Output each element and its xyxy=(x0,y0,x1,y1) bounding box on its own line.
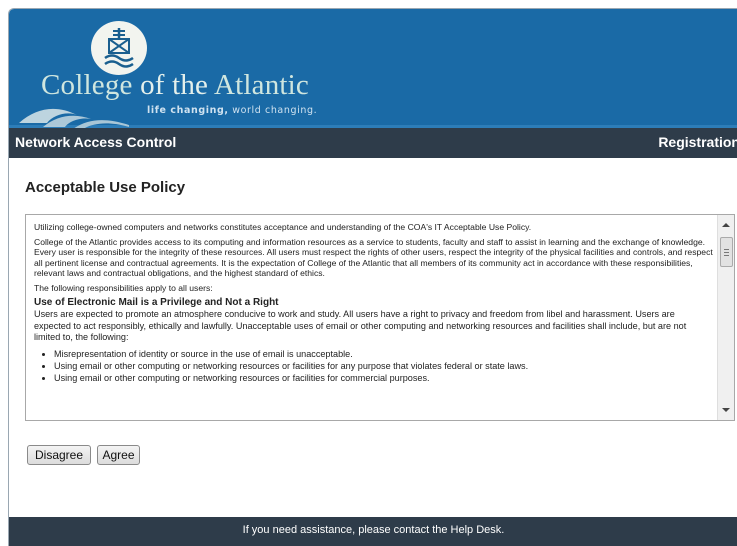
nav-registration-label: Registration xyxy=(658,134,737,150)
policy-section-body: Users are expected to promote an atmosph… xyxy=(34,309,687,343)
nav-title: Network Access Control xyxy=(15,134,177,150)
nav-bar: Network Access Control Registration xyxy=(9,128,737,158)
footer-bar: If you need assistance, please contact t… xyxy=(9,517,737,546)
scroll-down-arrow-icon[interactable] xyxy=(718,402,734,418)
policy-paragraph: College of the Atlantic provides access … xyxy=(34,236,713,279)
policy-scrollbar[interactable] xyxy=(717,215,734,420)
disagree-button[interactable]: Disagree xyxy=(27,445,91,465)
policy-bullet-list: Misrepresentation of identity or source … xyxy=(34,349,714,385)
college-name: College of the Atlantic xyxy=(41,69,309,102)
tagline-rest: world changing. xyxy=(228,105,318,116)
policy-content: Utilizing college-owned computers and ne… xyxy=(26,215,714,386)
college-logo[interactable]: College of the Atlantic life changing, w… xyxy=(17,19,337,129)
header-banner: College of the Atlantic life changing, w… xyxy=(9,9,737,129)
policy-bullet: Using email or other computing or networ… xyxy=(54,361,714,372)
policy-bullet: Using email or other computing or networ… xyxy=(54,373,714,384)
policy-responsibilities-intro: The following responsibilities apply to … xyxy=(34,282,213,293)
scrollbar-thumb[interactable] xyxy=(720,237,733,267)
college-name-part2: Atlantic xyxy=(208,69,309,101)
college-name-of: of the xyxy=(140,69,209,101)
scroll-up-arrow-icon[interactable] xyxy=(718,217,734,233)
agree-button[interactable]: Agree xyxy=(97,445,140,465)
app-frame: College of the Atlantic life changing, w… xyxy=(8,8,737,546)
footer-help-text: If you need assistance, please contact t… xyxy=(242,524,505,536)
policy-intro: Utilizing college-owned computers and ne… xyxy=(34,222,532,232)
policy-bullet: Misrepresentation of identity or source … xyxy=(54,349,714,360)
policy-text-area[interactable]: Utilizing college-owned computers and ne… xyxy=(25,214,735,421)
college-tagline: life changing, world changing. xyxy=(147,105,317,116)
tagline-bold: life changing, xyxy=(147,105,229,116)
policy-section-heading: Use of Electronic Mail is a Privilege an… xyxy=(34,297,279,309)
college-emblem-icon xyxy=(91,21,147,75)
page-title: Acceptable Use Policy xyxy=(25,179,186,196)
college-name-part1: College xyxy=(41,69,141,101)
